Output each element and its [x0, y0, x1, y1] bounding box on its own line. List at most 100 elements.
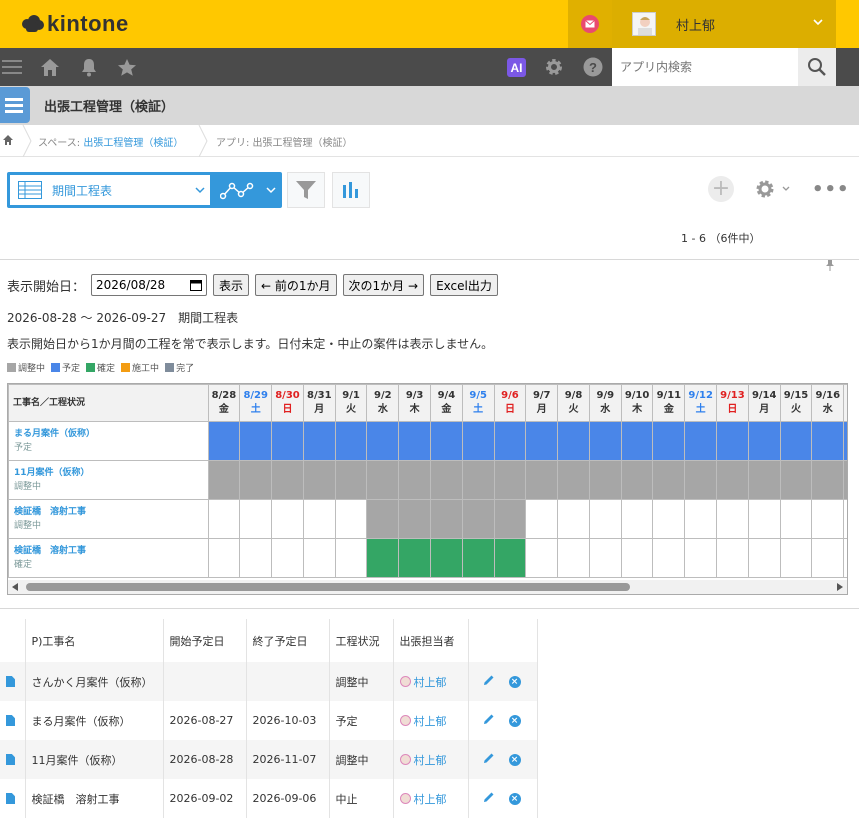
gantt-cell [652, 499, 686, 539]
search-button[interactable] [798, 48, 836, 86]
gantt-cell [716, 460, 749, 500]
user-menu[interactable]: 村上郁 [612, 0, 836, 48]
list-column-header[interactable]: P)工事名 [25, 619, 164, 662]
gantt-cell [302, 460, 336, 500]
calendar-icon[interactable] [190, 279, 203, 291]
edit-pencil-icon[interactable] [483, 791, 495, 806]
gantt-day-header: 9/12 土 [684, 384, 718, 422]
gantt-cell [843, 421, 847, 461]
gantt-project-name[interactable]: 検証橋 溶射工事 [14, 544, 208, 558]
gear-icon[interactable] [544, 57, 564, 77]
help-icon[interactable]: ? [583, 57, 603, 77]
user-link[interactable]: 村上郁 [414, 713, 447, 729]
legend-swatch [51, 363, 61, 372]
gantt-row: 検証橋 溶射工事 確定 [8, 538, 847, 578]
pin-icon[interactable] [825, 259, 835, 271]
horizontal-scrollbar[interactable] [8, 580, 847, 594]
app-search-input[interactable] [612, 48, 798, 86]
view-dropdown[interactable]: 期間工程表 [10, 175, 210, 205]
gantt-day-header: 9/3 木 [398, 384, 431, 422]
record-status: 予定 [329, 701, 394, 740]
gantt-project-name[interactable]: 検証橋 溶射工事 [14, 505, 208, 519]
filter-button[interactable] [287, 172, 325, 208]
add-record-button[interactable]: + [708, 176, 734, 202]
delete-icon[interactable]: × [508, 675, 521, 688]
record-end: 2026-10-03 [246, 701, 330, 740]
chart-button[interactable] [332, 172, 370, 208]
menu-icon[interactable] [2, 57, 22, 77]
edit-pencil-icon[interactable] [483, 674, 495, 689]
home-icon[interactable] [40, 57, 60, 77]
prev-month-button[interactable]: ← 前の1か月 [255, 274, 337, 296]
breadcrumb-space-link[interactable]: 出張工程管理（検証） [83, 138, 183, 149]
notification-button[interactable] [568, 0, 612, 48]
scroll-left-icon[interactable] [12, 583, 18, 591]
start-date-input[interactable]: 2026/08/28 [91, 274, 208, 296]
document-icon[interactable] [6, 715, 15, 726]
kintone-logo[interactable]: kintone [22, 11, 129, 37]
list-column-header[interactable]: 開始予定日 [163, 619, 247, 662]
record-detail-cell[interactable] [0, 740, 26, 779]
gantt-day-dow: 水 [600, 404, 611, 415]
gantt-day-dow: 月 [314, 404, 325, 415]
scroll-thumb[interactable] [26, 583, 630, 591]
gantt-cell [557, 499, 590, 539]
user-link[interactable]: 村上郁 [414, 791, 447, 807]
list-column-header[interactable]: 終了予定日 [246, 619, 330, 662]
ai-button[interactable]: AI [507, 58, 526, 77]
record-detail-cell[interactable] [0, 779, 26, 818]
gantt-day-dow: 月 [759, 404, 770, 415]
list-header-actions [468, 619, 538, 662]
gantt-cell [747, 460, 781, 500]
gantt-row: 検証橋 溶射工事調整中 [8, 499, 847, 539]
excel-export-button[interactable]: Excel出力 [430, 274, 498, 296]
view-settings-button[interactable] [754, 178, 790, 203]
user-link[interactable]: 村上郁 [414, 674, 447, 690]
gantt-cell [588, 421, 622, 461]
date-controls: 表示開始日： 2026/08/28 表示 ← 前の1か月 次の1か月 → Exc… [7, 274, 498, 296]
breadcrumb: スペース: 出張工程管理（検証） アプリ: 出張工程管理（検証） [0, 125, 859, 271]
delete-icon[interactable]: × [508, 753, 521, 766]
document-icon[interactable] [6, 676, 15, 687]
star-icon[interactable] [117, 57, 137, 77]
gantt-cell [843, 499, 847, 539]
gantt-cell [430, 499, 463, 539]
gantt-cell [811, 460, 845, 500]
record-detail-cell[interactable] [0, 662, 26, 701]
graph-icon[interactable] [220, 181, 254, 201]
gantt-project-name[interactable]: まる月案件（仮称） [14, 427, 208, 441]
table-row: 11月案件（仮称） 2026-08-28 2026-11-07 調整中 村上郁 × [0, 740, 538, 779]
home-icon[interactable] [2, 134, 14, 146]
next-month-button[interactable]: 次の1か月 → [342, 274, 425, 296]
gantt-day-dow: 土 [250, 404, 261, 415]
document-icon[interactable] [6, 793, 15, 804]
gantt-day-header: 9/10 木 [620, 384, 654, 422]
chevron-down-icon[interactable] [265, 186, 277, 196]
gantt-cell [843, 538, 847, 578]
record-detail-cell[interactable] [0, 701, 26, 740]
delete-icon[interactable]: × [508, 714, 521, 727]
list-column-header[interactable]: 出張担当者 [393, 619, 469, 662]
user-link[interactable]: 村上郁 [414, 752, 447, 768]
edit-pencil-icon[interactable] [483, 752, 495, 767]
legend-item: 施工中 [121, 361, 159, 374]
gantt-row-label: 検証橋 溶射工事 確定 [8, 538, 209, 578]
status-legend: 調整中 予定 確定 施工中 完了 [7, 361, 194, 374]
show-button[interactable]: 表示 [213, 274, 250, 296]
gantt-project-name[interactable]: 11月案件（仮称） [14, 466, 208, 480]
gantt-day-header: 9/1 火 [334, 384, 368, 422]
gantt-cell [493, 460, 527, 500]
list-column-header[interactable]: 工程状況 [329, 619, 394, 662]
edit-pencil-icon[interactable] [483, 713, 495, 728]
gantt-cell [239, 499, 273, 539]
gantt-cell [461, 499, 495, 539]
gantt-project-status: 調整中 [14, 521, 42, 531]
bell-icon[interactable] [79, 57, 99, 77]
scroll-right-icon[interactable] [837, 583, 843, 591]
document-icon[interactable] [6, 754, 15, 765]
view-selector[interactable]: 期間工程表 [7, 172, 282, 208]
actions: × [475, 752, 537, 767]
delete-icon[interactable]: × [508, 792, 521, 805]
gantt-cell [302, 421, 336, 461]
more-options-icon[interactable]: ••• [812, 179, 850, 200]
